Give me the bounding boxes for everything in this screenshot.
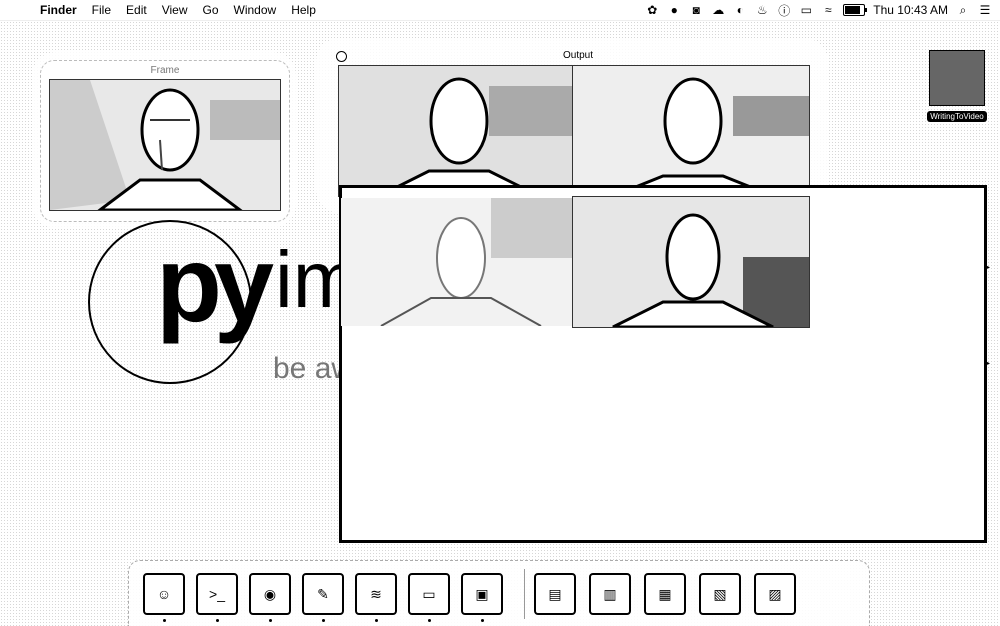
menu-window[interactable]: Window: [234, 3, 277, 17]
frame-window[interactable]: Frame: [40, 60, 290, 222]
wifi-icon[interactable]: ≈: [821, 3, 835, 17]
search-icon[interactable]: ⌕: [956, 3, 970, 18]
output-tile-top-left: [338, 65, 574, 197]
logo-text-py: py: [156, 223, 274, 344]
output-window-title: Output: [562, 50, 594, 61]
chrome-glyph: ◉: [249, 573, 291, 615]
person-figure-icon: [50, 80, 280, 210]
terminal-glyph: >_: [196, 573, 238, 615]
menu-edit[interactable]: Edit: [126, 3, 147, 17]
doc4-glyph: ▧: [699, 573, 741, 615]
frame-video: [49, 79, 281, 211]
dock-doc3-icon[interactable]: ▦: [644, 573, 686, 615]
window-glyph: ▣: [461, 573, 503, 615]
dock-photo-icon[interactable]: ▭: [408, 573, 450, 615]
cloud-icon[interactable]: ☁: [711, 3, 725, 17]
output-titlebar: Output: [334, 50, 822, 64]
dock-terminal-icon[interactable]: >_: [196, 573, 238, 615]
list-icon[interactable]: ☰: [978, 3, 992, 17]
dock-doc5-icon[interactable]: ▨: [754, 573, 796, 615]
person-figure-icon: [339, 66, 573, 196]
doc3-glyph: ▦: [644, 573, 686, 615]
dock: ☺ >_ ◉ ✎ ≋ ▭ ▣ ▤ ▥ ▦ ▧ ▨: [128, 560, 870, 626]
menu-file[interactable]: File: [92, 3, 111, 17]
dock-running-indicator: [163, 619, 166, 622]
dock-running-indicator: [216, 619, 219, 622]
creative-icon[interactable]: ◐: [733, 3, 747, 17]
circle-icon[interactable]: ●: [667, 3, 681, 17]
dock-running-indicator: [481, 619, 484, 622]
status-area: ✿ ● ◙ ☁ ◐ ♨ ⓘ ▭ ≈ Thu 10:43 AM ⌕ ☰: [645, 0, 992, 20]
dock-chrome-icon[interactable]: ◉: [249, 573, 291, 615]
person-figure-icon: [573, 66, 809, 196]
frame-icon[interactable]: ◙: [689, 3, 703, 17]
menu-bar: Finder File Edit View Go Window Help ✿ ●…: [0, 0, 1000, 21]
scroll-right-icon[interactable]: ▸: [985, 262, 990, 273]
file-thumbnail-icon: [929, 50, 985, 106]
battery-fill: [845, 6, 861, 14]
dock-pencil-icon[interactable]: ✎: [302, 573, 344, 615]
dock-spotify-icon[interactable]: ≋: [355, 573, 397, 615]
dock-finder-icon[interactable]: ☺: [143, 573, 185, 615]
dock-doc4-icon[interactable]: ▧: [699, 573, 741, 615]
doc5-glyph: ▨: [754, 573, 796, 615]
flame-icon[interactable]: ♨: [755, 3, 769, 17]
photo-glyph: ▭: [408, 573, 450, 615]
info-icon[interactable]: ⓘ: [777, 2, 791, 19]
menu-help[interactable]: Help: [291, 3, 316, 17]
output-tile-top-right: [572, 65, 810, 197]
dock-doc1-icon[interactable]: ▤: [534, 573, 576, 615]
dock-running-indicator: [322, 619, 325, 622]
dock-running-indicator: [269, 619, 272, 622]
person-figure-icon: [341, 198, 572, 326]
doc2-glyph: ▥: [589, 573, 631, 615]
dock-doc2-icon[interactable]: ▥: [589, 573, 631, 615]
dock-running-indicator: [375, 619, 378, 622]
output-tile-bottom-left: [341, 198, 572, 326]
person-figure-icon: [573, 197, 809, 327]
dock-separator: [524, 569, 525, 619]
dock-window-icon[interactable]: ▣: [461, 573, 503, 615]
doc1-glyph: ▤: [534, 573, 576, 615]
clock[interactable]: Thu 10:43 AM: [873, 3, 948, 17]
display-icon[interactable]: ▭: [799, 3, 813, 17]
spotify-glyph: ≋: [355, 573, 397, 615]
output-tile-bottom-right: [572, 196, 810, 328]
menu-view[interactable]: View: [162, 3, 188, 17]
menu-finder[interactable]: Finder: [40, 3, 77, 17]
menu-go[interactable]: Go: [203, 3, 219, 17]
battery-icon[interactable]: [843, 4, 868, 16]
desktop-file-icon[interactable]: WritingToVideo: [923, 50, 991, 124]
dock-running-indicator: [428, 619, 431, 622]
dropbox-icon[interactable]: ✿: [645, 3, 659, 17]
pencil-glyph: ✎: [302, 573, 344, 615]
desktop-file-label: WritingToVideo: [927, 111, 987, 122]
scroll-right-icon-2[interactable]: ▸: [985, 358, 990, 369]
finder-glyph: ☺: [143, 573, 185, 615]
frame-window-title: Frame: [150, 65, 180, 76]
